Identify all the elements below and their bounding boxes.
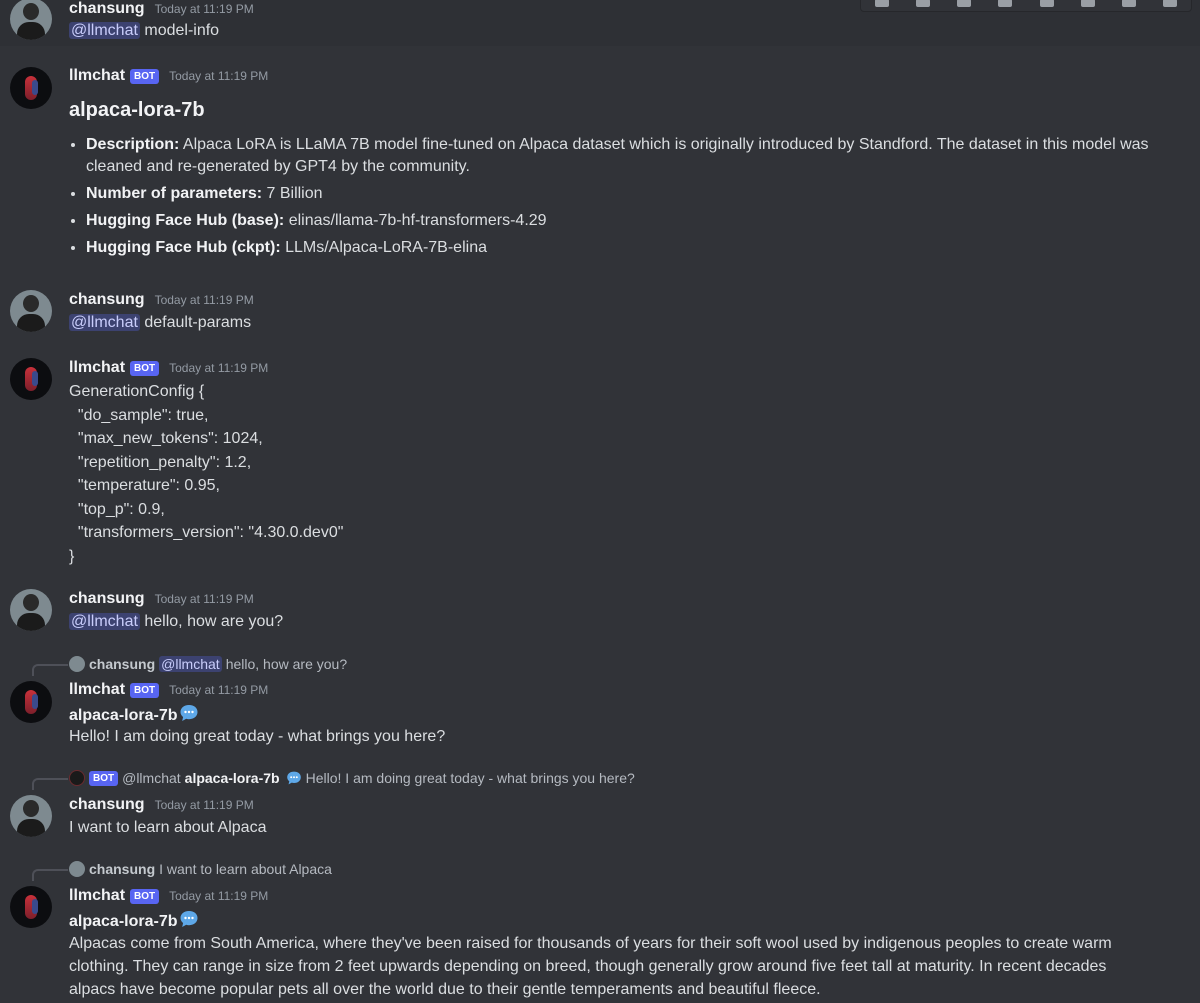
bot-badge: BOT (130, 682, 160, 698)
author-name[interactable]: llmchat (69, 359, 125, 377)
message-text: hello, how are you? (144, 613, 284, 630)
copy-icon[interactable] (1122, 0, 1137, 7)
author-name[interactable]: chansung (69, 796, 145, 814)
list-item: Hugging Face Hub (base): elinas/llama-7b… (86, 210, 1196, 232)
timestamp: Today at 11:19 PM (154, 798, 254, 812)
reply-connector (32, 778, 68, 790)
speech-bubble-icon (286, 771, 301, 785)
reply-connector (32, 869, 68, 881)
bot-avatar[interactable] (10, 358, 52, 400)
config-line: "max_new_tokens": 1024, (69, 430, 263, 447)
model-name: alpaca-lora-7b (69, 913, 178, 930)
timestamp: Today at 11:19 PM (169, 69, 269, 83)
fact-value: LLMs/Alpaca-LoRA-7B-elina (285, 239, 487, 256)
paragraph-line: clothing. They can range in size from 2 … (69, 958, 1107, 975)
message-text: Hello! I am doing great today - what bri… (69, 728, 446, 745)
bot-badge: BOT (130, 68, 160, 84)
model-facts-list: Description: Alpaca LoRA is LLaMA 7B mod… (69, 134, 1196, 264)
message-actions-toolbar[interactable] (860, 0, 1192, 12)
forward-icon[interactable] (1080, 0, 1095, 7)
mention[interactable]: @llmchat (69, 314, 140, 331)
reply-reference[interactable]: chansung @llmchat hello, how are you? (69, 656, 347, 672)
timestamp: Today at 11:19 PM (154, 293, 254, 307)
speech-bubble-icon (180, 705, 198, 721)
message-text: I want to learn about Alpaca (69, 819, 267, 836)
reaction-icon[interactable] (874, 0, 889, 7)
author-name[interactable]: chansung (69, 590, 145, 608)
reply-connector (32, 664, 68, 676)
author-name[interactable]: llmchat (69, 67, 125, 85)
config-line: "temperature": 0.95, (69, 477, 220, 494)
user-avatar[interactable] (10, 589, 52, 631)
model-title: alpaca-lora-7b (69, 99, 205, 121)
config-line: } (69, 547, 75, 565)
generation-config-block: GenerationConfig { "do_sample": true, "m… (69, 380, 343, 568)
more-icon[interactable] (1039, 0, 1054, 7)
timestamp: Today at 11:19 PM (154, 592, 254, 606)
timestamp: Today at 11:19 PM (169, 361, 269, 375)
config-line: GenerationConfig { (69, 383, 205, 400)
reply-reference[interactable]: BOT @llmchat alpaca-lora-7b Hello! I am … (69, 770, 635, 786)
list-item: Hugging Face Hub (ckpt): LLMs/Alpaca-LoR… (86, 237, 1196, 259)
config-line: "repetition_penalty": 1.2, (69, 453, 252, 471)
fact-label: Number of parameters: (86, 185, 263, 202)
speech-bubble-icon (180, 911, 198, 927)
reply-author[interactable]: chansung (89, 861, 155, 877)
user-avatar[interactable] (10, 290, 52, 332)
edit-icon[interactable] (915, 0, 930, 7)
reply-reference[interactable]: chansung I want to learn about Alpaca (69, 861, 332, 877)
bot-badge: BOT (130, 888, 160, 904)
author-name[interactable]: chansung (69, 0, 145, 18)
timestamp: Today at 11:19 PM (154, 2, 254, 16)
mention[interactable]: @llmchat (69, 613, 140, 630)
reply-text: Hello! I am doing great today - what bri… (305, 770, 635, 786)
fact-value: Alpaca LoRA is LLaMA 7B model fine-tuned… (86, 136, 1149, 175)
list-item: Description: Alpaca LoRA is LLaMA 7B mod… (86, 134, 1196, 178)
timestamp: Today at 11:19 PM (169, 683, 269, 697)
config-line: "do_sample": true, (69, 406, 209, 424)
author-name[interactable]: chansung (69, 291, 145, 309)
reply-text: I want to learn about Alpaca (159, 861, 332, 877)
config-line: "top_p": 0.9, (69, 500, 165, 518)
model-name: alpaca-lora-7b (69, 707, 178, 724)
thread-icon[interactable] (998, 0, 1013, 7)
user-avatar[interactable] (10, 0, 52, 40)
reply-model-name: alpaca-lora-7b (184, 770, 280, 786)
bot-avatar[interactable] (10, 67, 52, 109)
author-name[interactable]: llmchat (69, 681, 125, 699)
bot-badge: BOT (130, 360, 160, 376)
bot-avatar[interactable] (10, 886, 52, 928)
config-line: "transformers_version": "4.30.0.dev0" (69, 524, 344, 541)
reply-avatar (69, 770, 85, 786)
message-text: model-info (144, 22, 220, 39)
fact-value: 7 Billion (266, 185, 323, 202)
fact-value: elinas/llama-7b-hf-transformers-4.29 (288, 212, 547, 229)
reply-icon[interactable] (957, 0, 972, 7)
reply-avatar (69, 656, 85, 672)
user-avatar[interactable] (10, 795, 52, 837)
paragraph-line: Alpacas come from South America, where t… (69, 935, 1112, 952)
list-item: Number of parameters: 7 Billion (86, 183, 1196, 205)
reply-author[interactable]: chansung (89, 656, 155, 672)
timestamp: Today at 11:19 PM (169, 889, 269, 903)
mention[interactable]: @llmchat (69, 22, 140, 39)
fact-label: Hugging Face Hub (ckpt): (86, 239, 281, 256)
reply-text: hello, how are you? (225, 656, 348, 672)
fact-label: Description: (86, 136, 180, 153)
message-paragraph: Alpacas come from South America, where t… (69, 932, 1179, 1001)
reply-author[interactable]: @llmchat (122, 770, 181, 786)
paragraph-line: alpacs have become popular pets all over… (69, 981, 821, 998)
delete-icon[interactable] (1163, 0, 1178, 7)
reply-avatar (69, 861, 85, 877)
reply-mention[interactable]: @llmchat (159, 656, 222, 672)
fact-label: Hugging Face Hub (base): (86, 212, 285, 229)
bot-avatar[interactable] (10, 681, 52, 723)
reply-bot-badge: BOT (89, 770, 119, 786)
author-name[interactable]: llmchat (69, 887, 125, 905)
message-text: default-params (144, 314, 252, 331)
